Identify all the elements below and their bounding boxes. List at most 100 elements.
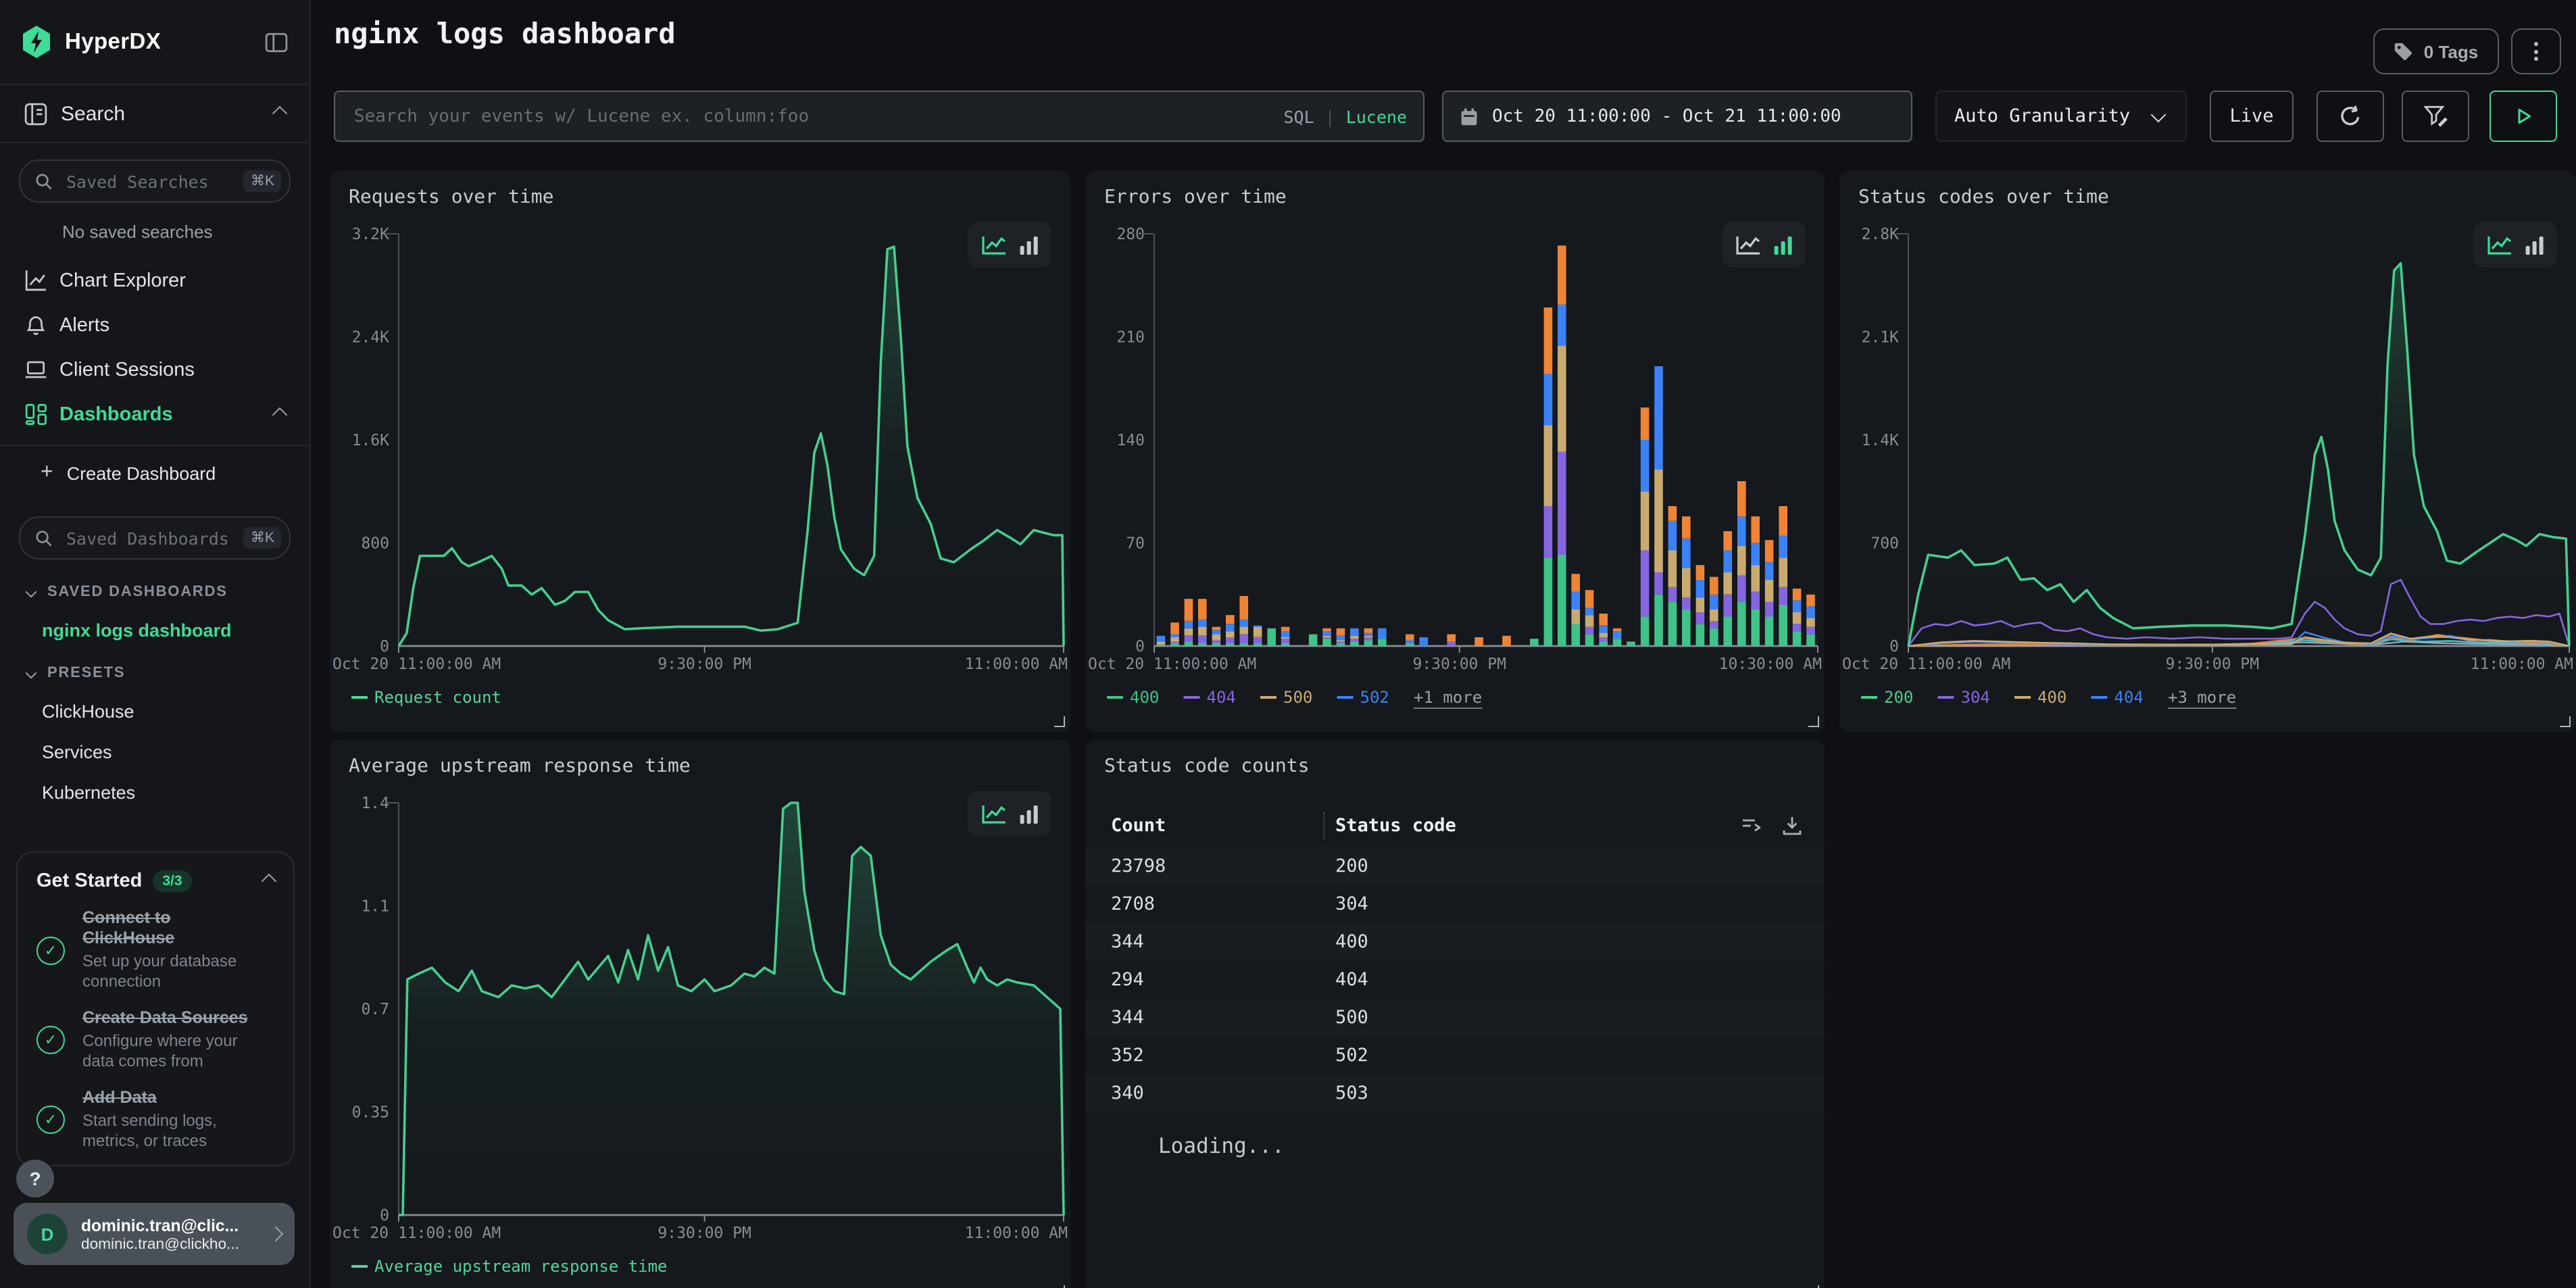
bar-segment-503 [1558, 245, 1566, 304]
legend-item[interactable]: Average upstream response time [374, 1257, 667, 1276]
chevron-up-icon[interactable] [272, 106, 288, 122]
saved-dashboards-header[interactable]: SAVED DASHBOARDS [27, 584, 309, 600]
chart-type-toggle[interactable] [2473, 222, 2557, 268]
legend-item[interactable]: 404 [1207, 688, 1236, 707]
table-row[interactable]: 352502 [1085, 1037, 1825, 1074]
more-options-button[interactable] [2511, 28, 2561, 74]
y-tick-label: 0.35 [352, 1104, 389, 1122]
table-row[interactable]: 23798200 [1085, 847, 1825, 885]
legend-item[interactable]: 400 [1130, 688, 1159, 707]
event-search-bar[interactable]: SQL | Lucene [334, 91, 1425, 142]
panel-title: Status codes over time [1858, 187, 2109, 208]
chevron-up-icon[interactable] [272, 407, 288, 422]
resize-handle[interactable] [1054, 716, 1065, 727]
sidebar-collapse-icon[interactable] [265, 32, 288, 52]
legend-more[interactable]: +3 more [2168, 688, 2236, 707]
x-tick-label: Oct 20 11:00:00 AM [332, 1224, 501, 1242]
requests-chart-canvas[interactable]: 08001.6K2.4K3.2KOct 20 11:00:00 AM9:30:0… [330, 170, 1070, 733]
upstream-chart-canvas[interactable]: 00.350.71.11.4Oct 20 11:00:00 AM9:30:00 … [330, 739, 1070, 1288]
table-row[interactable]: 344500 [1085, 999, 1825, 1037]
resize-handle[interactable] [2560, 716, 2571, 727]
bar-chart-icon [1018, 803, 1039, 824]
bar-segment-502 [1613, 631, 1622, 639]
bar-segment-400 [1254, 643, 1262, 646]
column-resize-handle[interactable] [1323, 812, 1324, 839]
create-dashboard-button[interactable]: + Create Dashboard [0, 446, 309, 500]
granularity-select[interactable]: Auto Granularity [1935, 91, 2187, 142]
errors-chart-canvas[interactable]: 070140210280Oct 20 11:00:00 AM9:30:00 PM… [1085, 170, 1825, 733]
saved-dashboards-field[interactable] [64, 526, 244, 549]
help-button[interactable]: ? [16, 1160, 54, 1197]
bar-segment-500 [1641, 491, 1650, 550]
bar-segment-400 [1737, 602, 1746, 646]
sidebar-item-client-sessions[interactable]: Client Sessions [0, 347, 309, 392]
resize-handle[interactable] [1808, 716, 1819, 727]
sidebar-item-services[interactable]: Services [42, 742, 309, 762]
presets-header[interactable]: PRESETS [27, 665, 309, 681]
column-header-count[interactable]: Count [1111, 815, 1166, 837]
sidebar-item-nginx-dashboard[interactable]: nginx logs dashboard [42, 620, 309, 641]
bar-segment-404 [1723, 595, 1732, 617]
status-codes-chart-canvas[interactable]: 07001.4K2.1K2.8KOct 20 11:00:00 AM9:30:0… [1839, 170, 2576, 733]
column-header-status-code[interactable]: Status code [1335, 815, 1456, 837]
legend-more[interactable]: +1 more [1414, 688, 1482, 707]
refresh-button[interactable] [2317, 91, 2384, 142]
panel-errors-over-time: 070140210280Oct 20 11:00:00 AM9:30:00 PM… [1085, 170, 1825, 733]
user-menu[interactable]: D dominic.tran@clic... dominic.tran@clic… [14, 1203, 295, 1265]
bar-chart-icon [1773, 234, 1793, 255]
bar-segment-500 [1170, 637, 1179, 642]
legend-item[interactable]: 400 [2037, 688, 2066, 707]
chevron-up-icon[interactable] [262, 874, 277, 889]
run-query-button[interactable] [2490, 91, 2557, 142]
bar-segment-500 [1254, 627, 1262, 637]
table-row[interactable]: 344400 [1085, 923, 1825, 961]
cell-status-code: 404 [1335, 969, 1368, 991]
legend-item[interactable]: 304 [1961, 688, 1990, 707]
user-email: dominic.tran@clickho... [81, 1236, 239, 1252]
filter-button[interactable] [2402, 91, 2469, 142]
lucene-mode-toggle[interactable]: Lucene [1346, 106, 1407, 126]
panel-status-codes-over-time: 07001.4K2.1K2.8KOct 20 11:00:00 AM9:30:0… [1839, 170, 2576, 733]
sidebar-item-alerts[interactable]: Alerts [0, 303, 309, 347]
get-started-item[interactable]: ✓ Add Data Start sending logs, metrics, … [36, 1088, 274, 1151]
check-circle-icon: ✓ [36, 936, 65, 964]
event-search-input[interactable] [351, 105, 1283, 128]
expand-rows-icon[interactable] [1741, 815, 1762, 837]
saved-searches-field[interactable] [64, 170, 244, 193]
get-started-item[interactable]: ✓ Create Data Sources Configure where yo… [36, 1008, 274, 1072]
live-button[interactable]: Live [2210, 91, 2294, 142]
legend-item[interactable]: 500 [1283, 688, 1312, 707]
download-icon[interactable] [1781, 815, 1803, 837]
get-started-item[interactable]: ✓ Connect to ClickHouse Set up your data… [36, 908, 274, 992]
tags-label: 0 Tags [2424, 41, 2478, 61]
resize-handle[interactable] [1054, 1285, 1065, 1288]
legend-item[interactable]: 502 [1360, 688, 1389, 707]
table-row[interactable]: 2708304 [1085, 885, 1825, 923]
sidebar-item-kubernetes[interactable]: Kubernetes [42, 783, 309, 803]
chart-type-toggle[interactable] [968, 791, 1051, 837]
sidebar-item-chart-explorer[interactable]: Chart Explorer [0, 258, 309, 303]
get-started-card: Get Started 3/3 ✓ Connect to ClickHouse … [16, 851, 295, 1166]
tags-button[interactable]: 0 Tags [2373, 28, 2499, 74]
legend-item[interactable]: 200 [1884, 688, 1913, 707]
bar-segment-503 [1751, 516, 1760, 543]
filter-icon [2423, 104, 2448, 128]
sidebar-item-dashboards[interactable]: Dashboards [0, 392, 309, 437]
sidebar-item-search[interactable]: Search [0, 85, 309, 143]
chart-svg: 08001.6K2.4K3.2KOct 20 11:00:00 AM9:30:0… [330, 170, 1070, 733]
saved-dashboards-input[interactable]: ⌘K [19, 516, 291, 560]
table-row[interactable]: 340503 [1085, 1074, 1825, 1112]
legend-item[interactable]: Request count [374, 688, 501, 707]
chart-type-toggle[interactable] [968, 222, 1051, 268]
sql-mode-toggle[interactable]: SQL [1283, 106, 1314, 126]
chart-type-toggle[interactable] [1722, 222, 1806, 268]
legend-item[interactable]: 404 [2114, 688, 2144, 707]
time-range-picker[interactable]: Oct 20 11:00:00 - Oct 21 11:00:00 [1442, 91, 1912, 142]
sidebar-item-clickhouse[interactable]: ClickHouse [42, 701, 309, 722]
table-row[interactable]: 294404 [1085, 961, 1825, 999]
bar-segment-503 [1696, 565, 1705, 580]
check-circle-icon: ✓ [36, 1106, 65, 1134]
y-tick-label: 2.1K [1862, 329, 1900, 347]
resize-handle[interactable] [1808, 1285, 1819, 1288]
saved-searches-input[interactable]: ⌘K [19, 159, 291, 203]
